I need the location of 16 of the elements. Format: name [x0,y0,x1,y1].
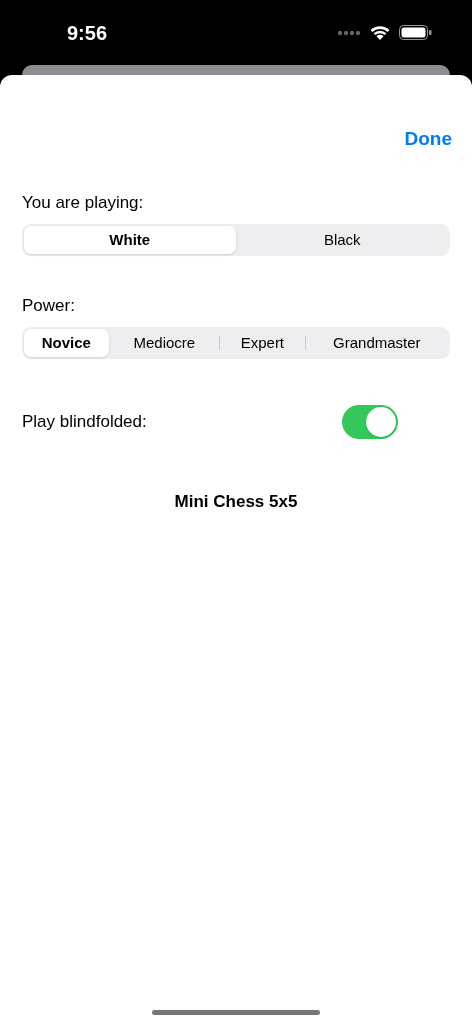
no-signal-icon [337,29,361,36]
done-button[interactable]: Done [404,125,452,153]
segment-button[interactable]: White [24,226,236,254]
status-time: 9:56 [67,20,108,46]
side-label: You are playing: [22,192,145,214]
blindfolded-toggle[interactable] [342,405,398,439]
segment-button[interactable]: Mediocre [109,329,220,357]
segment-button[interactable]: Black [236,226,448,254]
game-title: Mini Chess 5x5 [174,491,298,513]
power-label: Power: [22,295,76,317]
segment-button[interactable]: Novice [24,329,109,357]
wifi-icon [369,24,391,41]
segment-button[interactable]: Grandmaster [305,329,448,357]
battery-icon [399,25,432,40]
blindfolded-label: Play blindfolded: [22,411,147,434]
segment-button[interactable]: Expert [220,329,305,357]
